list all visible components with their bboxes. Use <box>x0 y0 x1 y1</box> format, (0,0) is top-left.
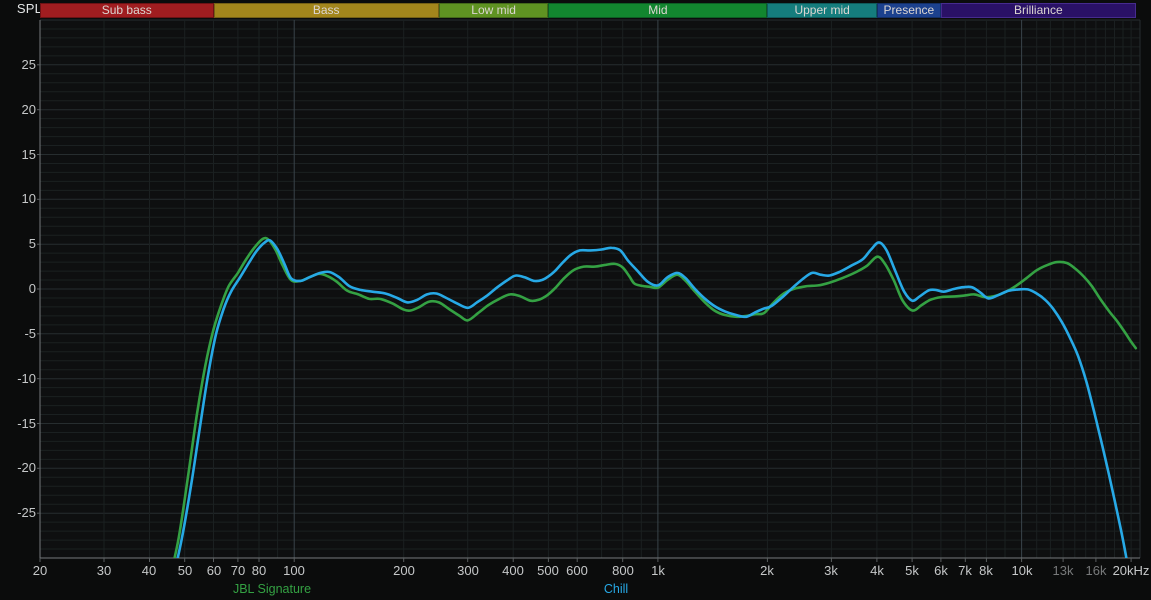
y-tick-label: -5 <box>24 326 36 341</box>
x-tick-label: 4k <box>870 563 884 578</box>
y-tick-label: 20 <box>21 102 36 117</box>
x-tick-label: 6k <box>934 563 948 578</box>
x-tick-label: 300 <box>457 563 479 578</box>
y-tick-label: 15 <box>21 147 36 162</box>
x-tick-label: 40 <box>141 563 157 578</box>
x-tick-label: 2k <box>760 563 774 578</box>
plot-area[interactable] <box>0 0 1151 600</box>
x-tick-label: 60 <box>206 563 222 578</box>
x-tick-label: 70 <box>230 563 246 578</box>
x-tick-label: 50 <box>177 563 193 578</box>
x-tick-label: 3k <box>824 563 838 578</box>
x-tick-label: 13k <box>1052 563 1074 578</box>
y-tick-label: -20 <box>17 460 36 475</box>
x-tick-label: 500 <box>537 563 559 578</box>
x-tick-label: 7k <box>958 563 972 578</box>
frequency-response-chart: SPL Sub bass Bass Low mid Mid Upper mid Prese… <box>0 0 1151 600</box>
x-tick-label: 10k <box>1011 563 1033 578</box>
y-tick-label: 25 <box>21 57 36 72</box>
legend: JBL Signature Chill <box>0 582 1151 598</box>
y-tick-label: 10 <box>21 191 36 206</box>
x-tick-label: 20kHz <box>1112 563 1150 578</box>
y-tick-label: -10 <box>17 371 36 386</box>
y-tick-label: 0 <box>28 281 36 296</box>
x-tick-label: 100 <box>283 563 305 578</box>
x-tick-label: 20 <box>32 563 48 578</box>
x-tick-label: 200 <box>393 563 415 578</box>
y-tick-label: -15 <box>17 416 36 431</box>
x-tick-label: 16k <box>1085 563 1107 578</box>
x-tick-label: 1k <box>651 563 665 578</box>
x-tick-label: 80 <box>251 563 267 578</box>
x-tick-label: 30 <box>96 563 112 578</box>
legend-item-chill[interactable]: Chill <box>604 582 628 596</box>
x-tick-label: 800 <box>612 563 634 578</box>
y-tick-label: 5 <box>28 236 36 251</box>
x-tick-label: 400 <box>502 563 524 578</box>
legend-item-jbl-signature[interactable]: JBL Signature <box>233 582 311 596</box>
y-tick-label: -25 <box>17 505 36 520</box>
x-tick-label: 600 <box>566 563 588 578</box>
x-tick-label: 5k <box>905 563 919 578</box>
x-tick-label: 8k <box>979 563 993 578</box>
